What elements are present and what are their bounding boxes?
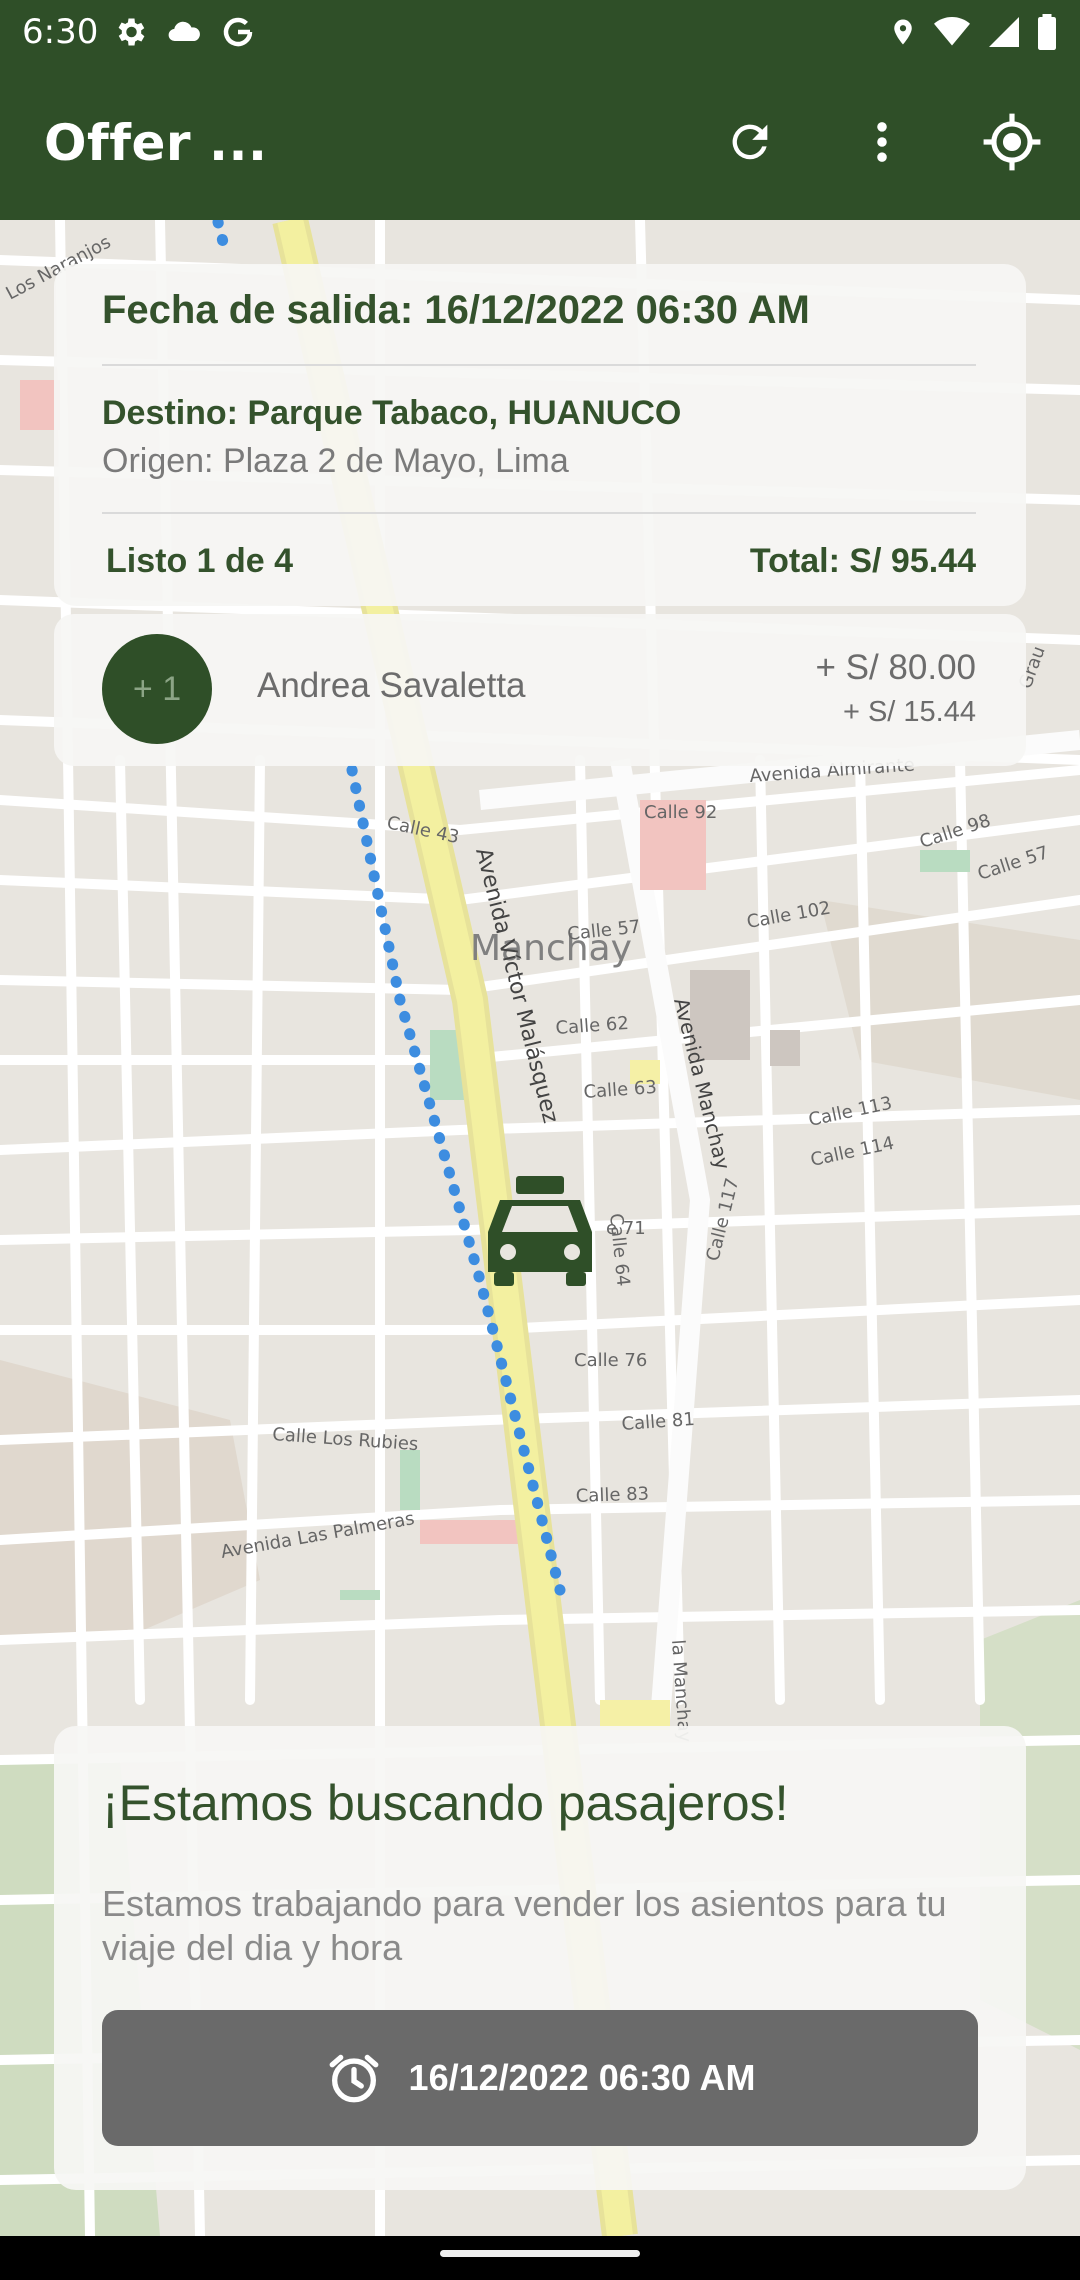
page-title: Offer ... xyxy=(44,114,268,172)
search-description: Estamos trabajando para vender los asien… xyxy=(102,1883,947,1968)
battery-icon xyxy=(1038,14,1056,50)
search-heading: ¡Estamos buscando pasajeros! xyxy=(102,1775,789,1831)
signal-icon xyxy=(989,17,1019,47)
passenger-fee: + S/ 15.44 xyxy=(842,696,976,728)
status-bar: 6:30 xyxy=(0,0,1080,66)
home-gesture-handle[interactable] xyxy=(440,2250,640,2257)
app-bar: Offer ... xyxy=(0,66,1080,220)
map-label-c83: Calle 83 xyxy=(575,1483,649,1507)
my-location-icon xyxy=(983,113,1041,171)
more-options-button[interactable] xyxy=(846,106,918,178)
departure-time-button[interactable]: 16/12/2022 06:30 AM xyxy=(102,2010,978,2146)
refresh-icon xyxy=(732,124,768,160)
refresh-button[interactable] xyxy=(714,106,786,178)
destination-text: Destino: Parque Tabaco, HUANUCO xyxy=(102,394,682,432)
location-icon xyxy=(894,19,912,45)
status-time: 6:30 xyxy=(22,12,99,52)
map-label-c76: Calle 76 xyxy=(574,1350,647,1371)
alarm-icon xyxy=(329,2054,378,2103)
search-status-card: ¡Estamos buscando pasajeros! Estamos tra… xyxy=(54,1726,1026,2190)
my-location-button[interactable] xyxy=(976,106,1048,178)
trip-info-card: Fecha de salida: 16/12/2022 06:30 AM Des… xyxy=(54,264,1026,606)
cloud-icon xyxy=(168,21,200,42)
map-label-c92: Calle 92 xyxy=(644,802,717,823)
wifi-icon xyxy=(934,17,970,46)
passenger-row[interactable]: + 1 Andrea Savaletta + S/ 80.00 + S/ 15.… xyxy=(54,614,1026,766)
origin-text: Origen: Plaza 2 de Mayo, Lima xyxy=(102,442,569,480)
divider xyxy=(102,364,976,366)
total-amount: Total: S/ 95.44 xyxy=(749,542,976,580)
seat-count-badge: + 1 xyxy=(102,634,212,744)
settings-icon xyxy=(118,18,145,46)
ready-count: Listo 1 de 4 xyxy=(106,542,294,580)
passenger-amount: + S/ 80.00 xyxy=(815,648,976,687)
departure-time-label: 16/12/2022 06:30 AM xyxy=(408,2057,756,2098)
more-vert-icon xyxy=(877,122,887,162)
map-label-c71: e 71 xyxy=(606,1218,646,1239)
navigation-bar xyxy=(0,2236,1080,2280)
google-icon xyxy=(223,17,253,47)
divider xyxy=(102,512,976,514)
passenger-name: Andrea Savaletta xyxy=(257,666,526,705)
departure-date: Fecha de salida: 16/12/2022 06:30 AM xyxy=(102,288,810,332)
